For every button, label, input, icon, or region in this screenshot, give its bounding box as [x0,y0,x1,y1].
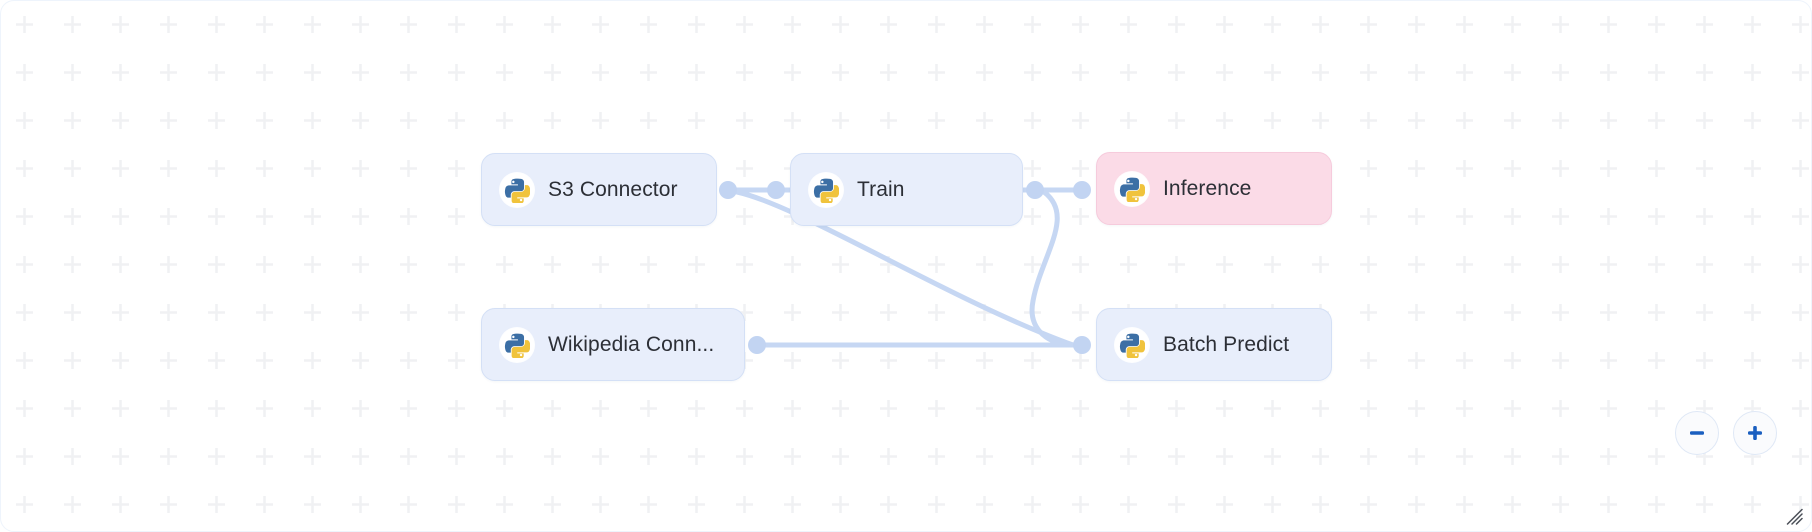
python-icon [504,333,530,358]
canvas-grid-background [1,1,1811,531]
node-train[interactable]: Train [790,153,1023,226]
node-label: Train [857,177,905,201]
node-label: Inference [1163,176,1252,200]
node-batch-predict[interactable]: Batch Predict [1096,308,1332,381]
python-icon [1115,171,1149,206]
python-icon [813,178,839,203]
python-icon [1115,327,1149,362]
node-wikipedia-connector[interactable]: Wikipedia Conn... [481,308,745,381]
port-train-out[interactable] [1026,181,1044,199]
pipeline-canvas[interactable]: S3 Connector Train Inference Wikipedia Conn… [0,0,1812,532]
python-icon [809,172,843,207]
python-icon [1119,177,1145,202]
python-icon [500,172,534,207]
zoom-controls [1675,411,1777,455]
minus-icon [1690,431,1704,435]
port-s3-connector-out[interactable] [719,181,737,199]
resize-grip-handle[interactable] [1785,507,1803,525]
port-train-in[interactable] [767,181,785,199]
node-label: S3 Connector [548,177,678,201]
resize-grip-icon [1786,508,1803,525]
node-label: Batch Predict [1163,332,1290,356]
python-icon [500,327,534,362]
node-label: Wikipedia Conn... [548,332,715,356]
zoom-out-button[interactable] [1675,411,1719,455]
port-batch-predict-in[interactable] [1073,336,1091,354]
port-inference-in[interactable] [1073,181,1091,199]
zoom-in-button[interactable] [1733,411,1777,455]
plus-icon [1748,426,1762,440]
node-s3-connector[interactable]: S3 Connector [481,153,717,226]
port-wikipedia-connector-out[interactable] [748,336,766,354]
node-inference[interactable]: Inference [1096,152,1332,225]
python-icon [504,178,530,203]
python-icon [1119,333,1145,358]
